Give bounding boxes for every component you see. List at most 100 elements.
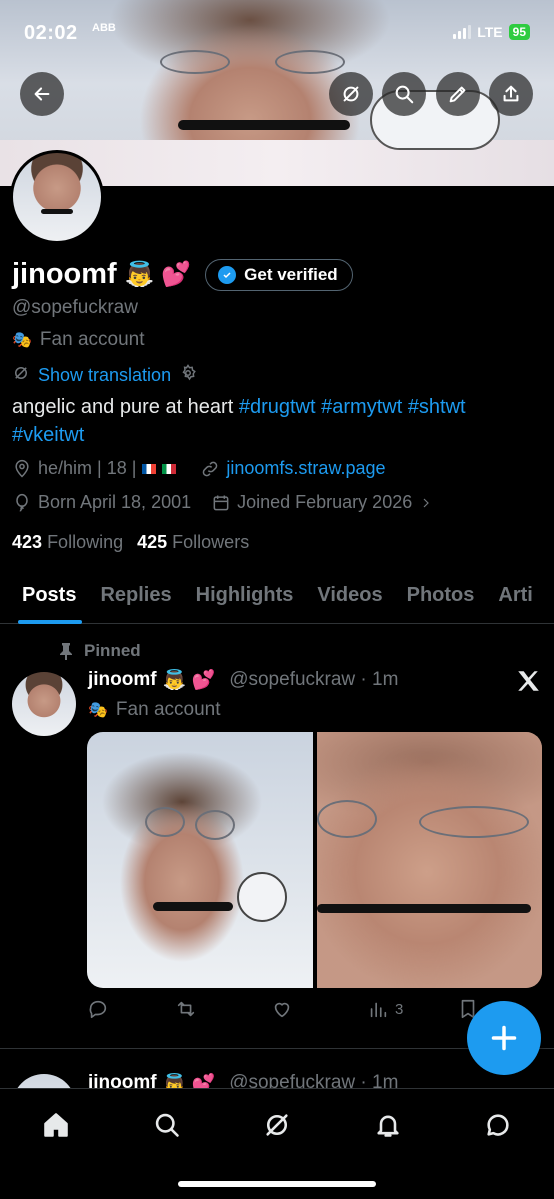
back-arrow-icon (34, 87, 50, 101)
bio-hashtag[interactable]: #drugtwt (239, 396, 316, 418)
media-glasses-right (418, 806, 529, 838)
profile-website-link[interactable]: jinoomfs.straw.page (226, 458, 385, 479)
chevron-right-icon[interactable] (418, 495, 434, 511)
media-choker (316, 904, 531, 913)
calendar-icon (213, 495, 229, 510)
translation-settings-icon[interactable] (179, 364, 197, 387)
media-choker (153, 902, 233, 911)
media-glasses-right (195, 810, 235, 840)
search-button[interactable] (382, 72, 426, 116)
grok-icon (12, 364, 30, 387)
grok-icon (266, 1114, 288, 1136)
get-verified-label: Get verified (244, 264, 338, 284)
birth-date: Born April 18, 2001 (38, 492, 192, 512)
tweet-author-emojis: 👼 💕 (162, 670, 216, 691)
signal-icon (453, 25, 472, 39)
verified-badge-icon (218, 265, 237, 284)
grok-icon (343, 86, 359, 102)
flag-it-icon (162, 463, 177, 474)
pinned-indicator: Pinned (58, 641, 141, 661)
views-button[interactable]: 3 (367, 998, 457, 1020)
plus-icon (491, 1025, 517, 1051)
pencil-icon (449, 86, 466, 103)
tweet-media-grid (87, 732, 542, 988)
bio-hashtag[interactable]: #vkeitwt (12, 424, 84, 446)
tweet-avatar[interactable] (12, 672, 76, 736)
nav-grok[interactable] (257, 1105, 297, 1145)
tweet-category: 🎭 Fan account (88, 699, 221, 721)
profile-category: 🎭 Fan account (12, 329, 145, 351)
link-icon (203, 461, 218, 476)
heart-icon (274, 1002, 290, 1018)
back-button[interactable] (20, 72, 64, 116)
tweet-author-emojis: 👼 💕 (162, 1074, 216, 1088)
nav-notifications[interactable] (368, 1105, 408, 1145)
show-translation-link[interactable]: Show translation (38, 365, 171, 386)
share-icon (503, 85, 519, 102)
repost-button[interactable] (175, 998, 271, 1020)
nav-search[interactable] (147, 1105, 187, 1145)
tab-highlights[interactable]: Highlights (184, 566, 306, 624)
following-stat[interactable]: 423 Following (12, 532, 123, 553)
tab-articles[interactable]: Arti (486, 566, 544, 624)
display-name: jinoomf (12, 258, 117, 290)
nav-home[interactable] (36, 1105, 76, 1145)
tweet-handle-time: @sopefuckraw · 1m (229, 669, 399, 690)
joined-date: Joined February 2026 (237, 492, 413, 512)
media-plush (237, 872, 287, 922)
name-emojis: 👼 💕 (124, 261, 192, 288)
profile-bio: angelic and pure at heart #drugtwt #army… (12, 393, 542, 449)
tweet-media-image[interactable] (316, 732, 542, 988)
profile-meta-row-2: Born April 18, 2001 Joined February 2026 (12, 492, 434, 513)
bio-text: angelic and pure at heart (12, 396, 234, 418)
tweet-author-name: jinoomf (88, 1072, 157, 1088)
bio-hashtag[interactable]: #armytwt (321, 396, 402, 418)
following-label: Following (47, 532, 124, 552)
pin-icon (60, 643, 72, 660)
compose-button[interactable] (467, 1001, 541, 1075)
reply-button[interactable] (87, 998, 175, 1020)
profile-handle: @sopefuckraw (12, 297, 138, 318)
tab-videos[interactable]: Videos (305, 566, 394, 624)
x-logo-icon[interactable] (514, 668, 544, 696)
tweet-author-name[interactable]: jinoomf (88, 669, 157, 691)
tweet-header: jinoomf 👼 💕 @sopefuckraw · 1m (88, 668, 398, 692)
following-count: 423 (12, 532, 43, 552)
nav-messages[interactable] (478, 1105, 518, 1145)
tweet-handle-time: @sopefuckraw · 1m (229, 1072, 399, 1088)
name-row: jinoomf 👼 💕 Get verified (12, 258, 353, 291)
status-time: 02:02 (24, 22, 78, 44)
followers-stat[interactable]: 425 Followers (137, 532, 249, 553)
tab-photos[interactable]: Photos (395, 566, 487, 624)
tweet-avatar[interactable] (12, 1074, 76, 1088)
media-glasses-left (316, 800, 377, 838)
bio-hashtag[interactable]: #shtwt (408, 396, 466, 418)
share-button[interactable] (489, 72, 533, 116)
tweet-header: jinoomf 👼 💕 @sopefuckraw · 1m (88, 1072, 398, 1088)
profile-avatar[interactable] (10, 150, 104, 244)
home-indicator[interactable] (178, 1181, 376, 1187)
translation-row: Show translation (12, 364, 197, 387)
pronouns-location: he/him | 18 | (38, 458, 137, 478)
like-button[interactable] (271, 998, 367, 1020)
pinned-label: Pinned (84, 641, 141, 660)
tab-posts[interactable]: Posts (0, 566, 88, 624)
status-time-sub: ABB (92, 22, 116, 34)
edit-profile-button[interactable] (436, 72, 480, 116)
profile-meta-row-1: he/him | 18 | jinoomfs.straw.page (12, 458, 386, 479)
category-label: Fan account (39, 329, 145, 350)
repost-icon (177, 1001, 195, 1017)
banner-choker (178, 120, 350, 130)
chat-bubble-icon (487, 1114, 509, 1136)
reply-icon (89, 1000, 107, 1019)
tweet-media-image[interactable] (87, 732, 313, 988)
banner-glasses-right (275, 50, 345, 74)
second-tweet[interactable]: jinoomf 👼 💕 @sopefuckraw · 1m (0, 1068, 554, 1088)
theater-masks-icon: 🎭 (88, 702, 108, 719)
tab-replies[interactable]: Replies (88, 566, 183, 624)
home-icon (44, 1113, 68, 1137)
grok-button[interactable] (329, 72, 373, 116)
get-verified-button[interactable]: Get verified (205, 258, 353, 291)
media-glasses-left (145, 807, 185, 837)
tweet-category-label: Fan account (115, 699, 221, 720)
